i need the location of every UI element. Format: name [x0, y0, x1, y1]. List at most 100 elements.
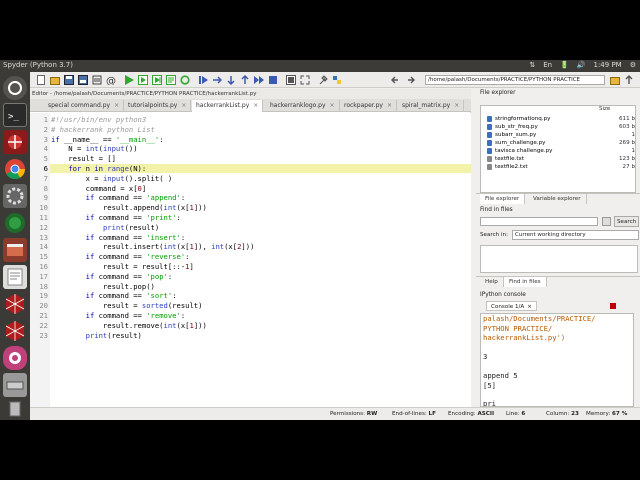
close-icon[interactable]: × [253, 102, 258, 109]
code-token: __name__ == [59, 134, 116, 144]
close-icon[interactable]: × [114, 102, 119, 109]
rerun-icon[interactable] [180, 75, 190, 85]
code-line: result = sorted(result) [51, 301, 203, 310]
list-item[interactable]: textfile2.txt 27 b [481, 163, 637, 171]
working-directory-input[interactable]: /home/palash/Documents/PRACTICE/PYTHON P… [425, 75, 605, 85]
new-file-icon[interactable] [36, 75, 46, 85]
close-icon[interactable]: × [181, 102, 186, 109]
run-selection-icon[interactable] [166, 75, 176, 85]
run-cell-icon[interactable] [138, 75, 148, 85]
close-icon[interactable]: × [387, 102, 392, 109]
console-line: [5] [483, 380, 496, 390]
tab-rockpaper[interactable]: rockpaper.py × [340, 100, 397, 112]
tab-hackerranklogo[interactable]: hackerranklogo.py × [266, 100, 340, 112]
find-options-icon[interactable] [602, 217, 611, 226]
keyboard-layout[interactable]: En [543, 61, 552, 69]
usb-drive-icon[interactable] [3, 373, 27, 397]
svg-text:@: @ [106, 76, 116, 85]
list-item[interactable]: subarr_sum.py 1 [481, 131, 637, 139]
text-editor-icon[interactable] [3, 265, 27, 289]
find-input[interactable] [480, 217, 598, 226]
code-token: result.remove( [51, 320, 164, 330]
list-item[interactable]: tavisca challenge.py 1 [481, 147, 637, 155]
at-icon[interactable]: @ [106, 75, 116, 87]
tab-file-explorer[interactable]: File explorer [480, 194, 526, 204]
stop-debug-icon[interactable] [268, 75, 278, 85]
app-icon-pink[interactable] [3, 346, 27, 370]
permissions-status: Permissions: RW [330, 411, 378, 417]
list-item[interactable]: textfile.txt 123 b [481, 155, 637, 163]
network-icon[interactable]: ⇅ [529, 61, 535, 69]
tab-find-in-files[interactable]: Find in files [504, 277, 547, 287]
continue-icon[interactable] [254, 75, 264, 85]
code-token: if [85, 291, 95, 301]
search-in-select[interactable]: Current working directory [512, 230, 639, 240]
clock[interactable]: 1:49 PM [594, 61, 622, 69]
line-number: 20 [39, 301, 48, 311]
trash-icon[interactable] [3, 396, 27, 420]
tab-special-command[interactable]: special command.py × [44, 100, 125, 112]
browse-directory-icon[interactable] [610, 75, 620, 85]
tab-hackerranklist[interactable]: hackerrankList.py × [192, 100, 264, 112]
search-button[interactable]: Search [614, 216, 640, 227]
column-size[interactable]: Size [599, 106, 610, 114]
files-icon[interactable] [3, 238, 27, 262]
battery-icon[interactable]: 🔋 [560, 61, 569, 69]
tab-tutorialpoints[interactable]: tutorialpoints.py × [124, 100, 192, 112]
parent-directory-icon[interactable] [624, 75, 634, 85]
print-icon[interactable] [92, 75, 102, 85]
fullscreen-icon[interactable] [300, 75, 310, 85]
code-token: #!/usr/bin/env python3 [51, 115, 147, 124]
console-line: hackerrankList.py') [483, 333, 566, 342]
step-icon[interactable] [212, 75, 223, 85]
code-token: range [107, 164, 129, 173]
globe-icon[interactable] [3, 211, 27, 235]
list-item[interactable]: sub_str_freq.py 603 b [481, 123, 637, 131]
spyder-icon[interactable] [3, 130, 27, 154]
run-cell-advance-icon[interactable] [152, 75, 162, 85]
step-into-icon[interactable] [226, 75, 236, 86]
debug-icon[interactable] [198, 75, 208, 85]
settings-app-icon[interactable] [3, 184, 27, 208]
tab-spiral-matrix[interactable]: spiral_matrix.py × [398, 100, 465, 112]
system-tray[interactable]: ⇅ En 🔋 🔊 1:49 PM ⚙ [529, 61, 636, 69]
spider-web-icon[interactable] [3, 292, 27, 316]
stop-kernel-icon[interactable] [610, 303, 616, 309]
console-output[interactable]: palash/Documents/PRACTICE/ PYTHON PRACTI… [480, 313, 634, 407]
settings-icon[interactable]: ⚙ [630, 61, 636, 69]
terminal-icon[interactable]: >_ [3, 103, 27, 127]
back-icon[interactable] [390, 75, 400, 85]
maximize-pane-icon[interactable] [286, 75, 296, 85]
save-all-icon[interactable] [78, 75, 88, 85]
python-path-icon[interactable] [332, 75, 342, 85]
open-file-icon[interactable] [50, 75, 60, 85]
code-token: if [85, 232, 95, 242]
preferences-icon[interactable] [318, 75, 328, 85]
search-in-row: Search in: Current working directory [480, 230, 640, 240]
forward-icon[interactable] [406, 75, 416, 85]
close-icon[interactable]: × [330, 102, 335, 109]
tab-help[interactable]: Help [480, 277, 504, 287]
code-token: n [81, 164, 95, 173]
list-item[interactable]: stringformationq.py 611 b [481, 115, 637, 123]
tab-variable-explorer[interactable]: Variable explorer [528, 194, 587, 204]
console-input-line[interactable]: pri [483, 399, 496, 406]
file-list[interactable]: Size stringformationq.py 611 b sub_str_fr… [480, 105, 636, 193]
run-icon[interactable] [124, 75, 134, 85]
chrome-icon[interactable] [3, 157, 27, 181]
spider-web-icon-2[interactable] [3, 319, 27, 343]
list-item[interactable]: sum_challenge.py 269 b [481, 139, 637, 147]
close-icon[interactable]: × [454, 102, 459, 109]
code-token: ] [189, 262, 194, 271]
save-icon[interactable] [64, 75, 74, 85]
close-icon[interactable]: × [527, 304, 532, 310]
ubuntu-logo-icon[interactable] [3, 76, 27, 100]
code-editor[interactable]: 1 2 3 4 5 6 7 8 9 10 11 12 13 14 15 16 1… [30, 113, 471, 407]
tab-console[interactable]: Console 1/A × [486, 301, 537, 311]
code-token: command = x[ [51, 183, 138, 193]
step-return-icon[interactable] [240, 74, 250, 85]
volume-icon[interactable]: 🔊 [577, 61, 586, 69]
code-token: command == [94, 193, 147, 203]
